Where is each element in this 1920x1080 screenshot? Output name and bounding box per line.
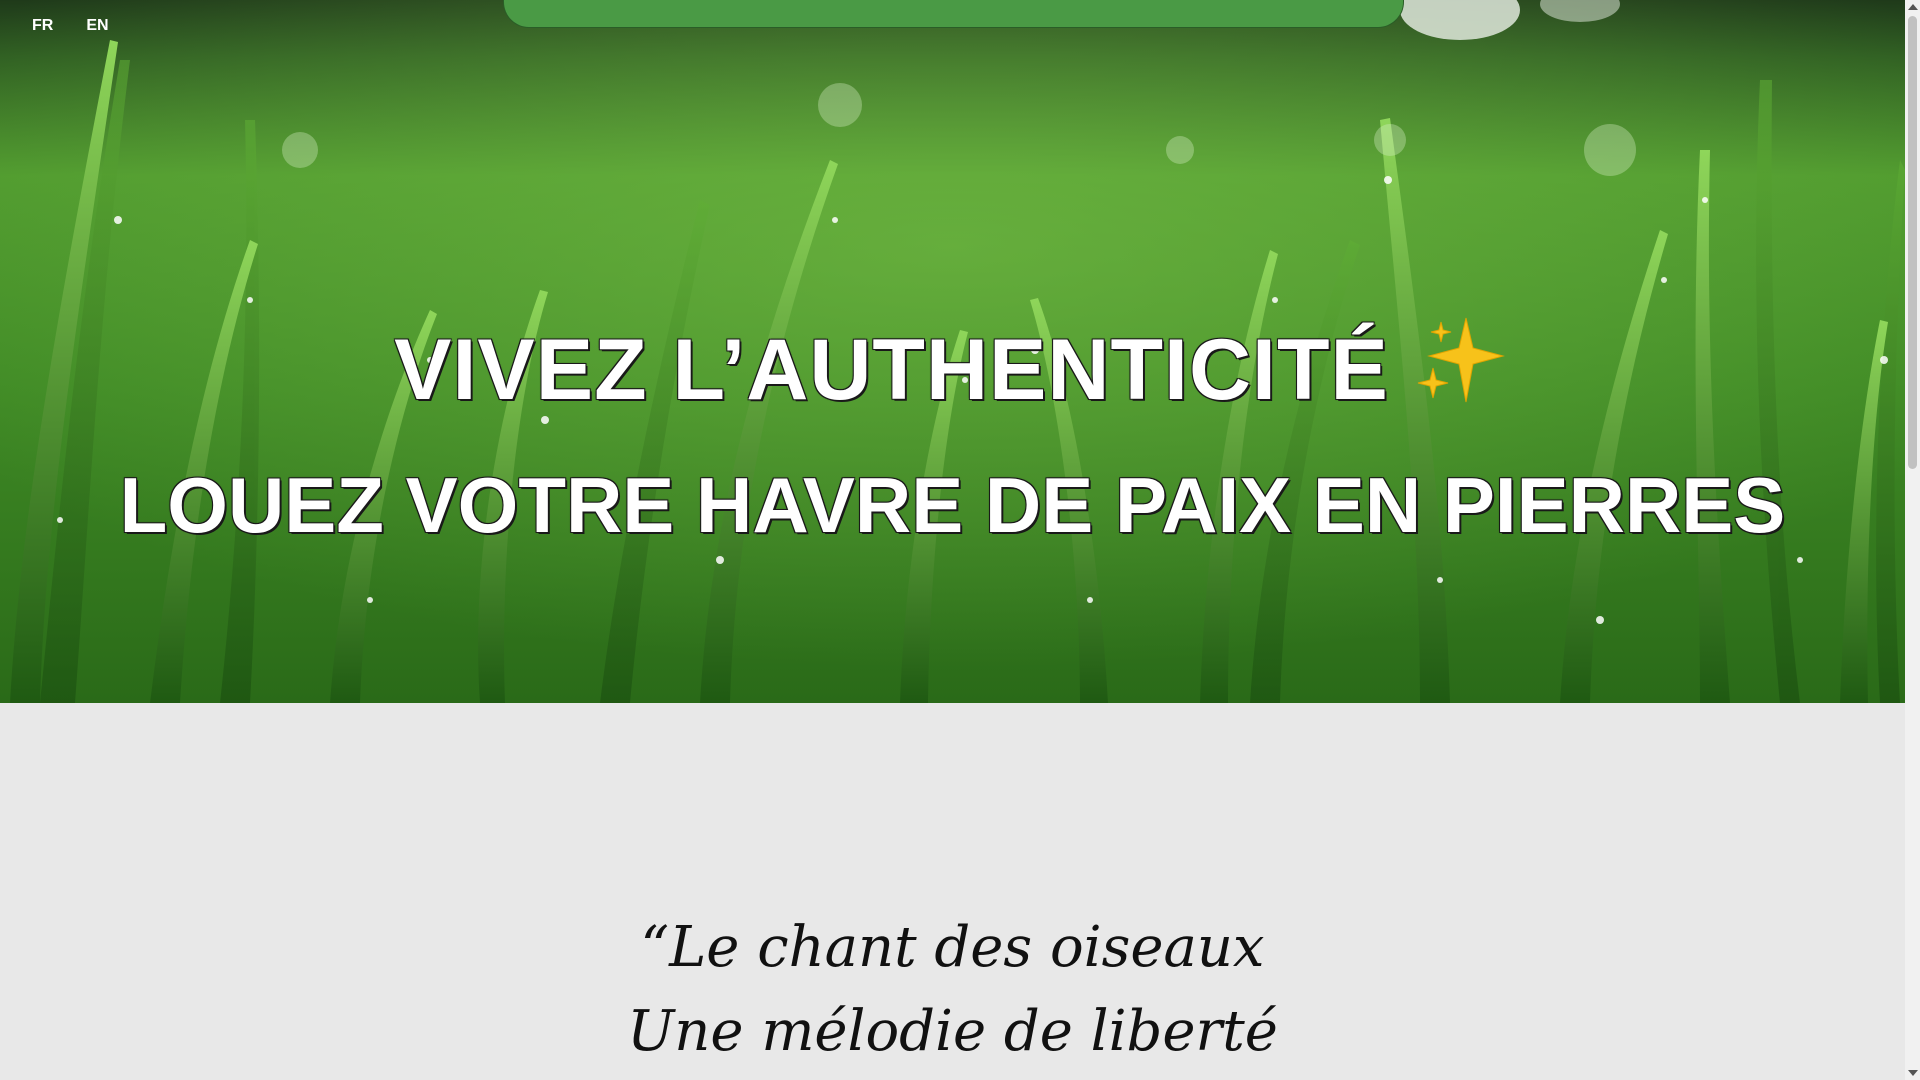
- language-fr-link[interactable]: FR: [32, 17, 53, 35]
- hero-section: FR EN VIVEZ L’AUTHENTICITÉ LOUEZ VOTRE H…: [0, 0, 1905, 703]
- quote-line1: “Le chant des oiseaux: [640, 915, 1265, 980]
- hero-headline-line2: LOUEZ VOTRE HAVRE DE PAIX EN PIERRES: [119, 460, 1786, 549]
- language-en-link[interactable]: EN: [86, 17, 108, 35]
- top-banner-tab: [503, 0, 1404, 28]
- hero-headline-line1-text: VIVEZ L’AUTHENTICITÉ: [394, 321, 1389, 418]
- quote-section: “Le chant des oiseaux Une mélodie de lib…: [0, 906, 1905, 1074]
- hero-headline-line1: VIVEZ L’AUTHENTICITÉ: [0, 316, 1905, 437]
- scrollbar-thumb[interactable]: [1908, 16, 1917, 469]
- quote-line2: Une mélodie de liberté: [627, 999, 1278, 1064]
- scroll-down-arrow-icon[interactable]: [1908, 1070, 1918, 1076]
- language-switch: FR EN: [32, 17, 109, 35]
- scroll-up-arrow-icon[interactable]: [1908, 4, 1918, 10]
- sparkles-icon: [1411, 310, 1511, 431]
- page-scrollbar[interactable]: [1905, 0, 1920, 1080]
- page: FR EN VIVEZ L’AUTHENTICITÉ LOUEZ VOTRE H…: [0, 0, 1920, 1080]
